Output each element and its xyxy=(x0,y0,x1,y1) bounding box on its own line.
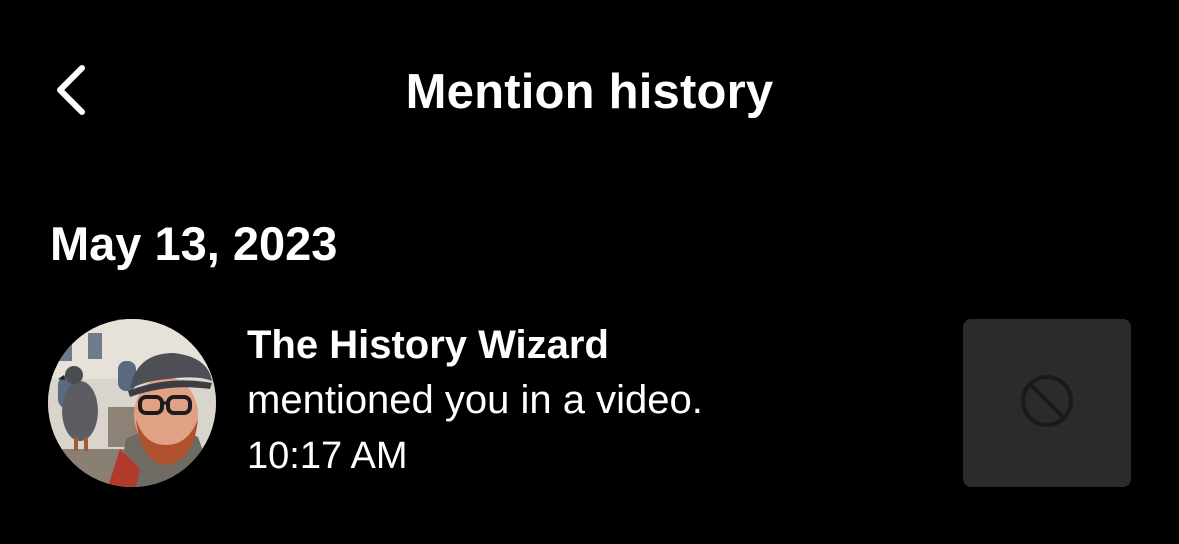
mention-user-name[interactable]: The History Wizard xyxy=(247,318,703,372)
date-header: May 13, 2023 xyxy=(50,217,338,270)
mention-list-item[interactable]: The History Wizard mentioned you in a vi… xyxy=(0,316,1179,492)
avatar[interactable] xyxy=(48,319,216,487)
mention-text: The History Wizard mentioned you in a vi… xyxy=(247,318,703,484)
avatar-image xyxy=(48,319,216,487)
video-thumbnail[interactable] xyxy=(963,319,1131,487)
page-title: Mention history xyxy=(405,65,774,119)
mention-history-screen: Mention history May 13, 2023 The History… xyxy=(0,0,1179,544)
unavailable-icon xyxy=(1019,373,1075,434)
mention-description: mentioned you in a video. xyxy=(247,378,703,422)
mention-timestamp: 10:17 AM xyxy=(247,435,408,477)
